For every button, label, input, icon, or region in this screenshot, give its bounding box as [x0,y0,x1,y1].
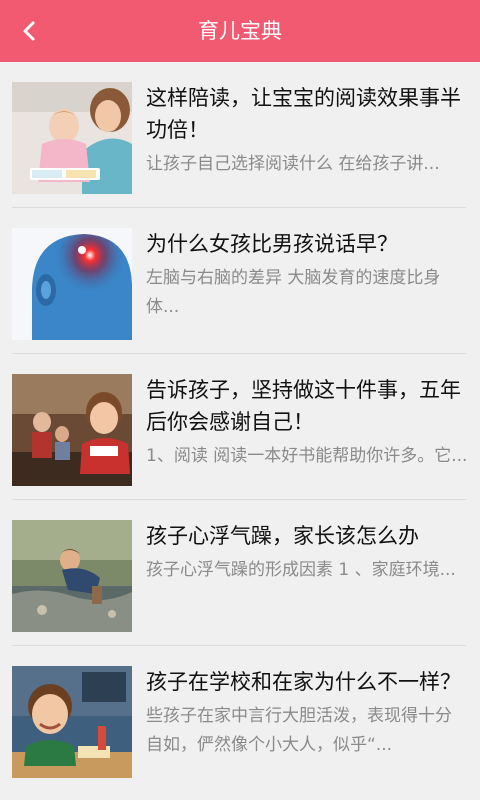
smiling-boy-at-school-desk-photo [12,666,132,778]
article-item[interactable]: 为什么女孩比男孩说话早？ 左脑与右脑的差异 大脑发育的速度比身体... [0,208,480,354]
article-item[interactable]: 这样陪读，让宝宝的阅读效果事半功倍！ 让孩子自己选择阅读什么 在给孩子讲... [0,62,480,208]
article-list: 这样陪读，让宝宝的阅读效果事半功倍！ 让孩子自己选择阅读什么 在给孩子讲... [0,62,480,792]
article-thumbnail [12,666,132,778]
article-thumbnail [12,374,132,486]
article-item[interactable]: 孩子在学校和在家为什么不一样？ 些孩子在家中言行大胆活泼，表现得十分自如，俨然像… [0,646,480,792]
child-playing-by-water-photo [12,520,132,632]
article-title: 孩子在学校和在家为什么不一样？ [146,670,461,694]
article-title: 告诉孩子，坚持做这十件事，五年后你会感谢自己！ [146,378,461,434]
article-summary: 让孩子自己选择阅读什么 在给孩子讲... [146,154,440,174]
children-in-classroom-photo [12,374,132,486]
article-title: 这样陪读，让宝宝的阅读效果事半功倍！ [146,86,461,142]
article-item[interactable]: 孩子心浮气躁，家长该怎么办 孩子心浮气躁的形成因素 1 、家庭环境... [0,500,480,646]
article-thumbnail [12,82,132,194]
article-summary: 些孩子在家中言行大胆活泼，表现得十分自如，俨然像个小大人，似乎“... [146,706,452,755]
article-thumbnail [12,228,132,340]
article-item[interactable]: 告诉孩子，坚持做这十件事，五年后你会感谢自己！ 1、阅读 阅读一本好书能帮助你许… [0,354,480,500]
article-thumbnail [12,520,132,632]
page-title: 育儿宝典 [198,19,282,43]
article-title: 为什么女孩比男孩说话早？ [146,232,398,256]
article-summary: 孩子心浮气躁的形成因素 1 、家庭环境... [146,560,456,580]
article-summary: 左脑与右脑的差异 大脑发育的速度比身体... [146,268,441,317]
app-bar: 育儿宝典 [0,0,480,62]
brain-scan-head-photo [12,228,132,340]
article-title: 孩子心浮气躁，家长该怎么办 [146,524,419,548]
article-summary: 1、阅读 阅读一本好书能帮助你许多。它... [146,446,468,466]
mother-reading-with-baby-photo [12,82,132,194]
